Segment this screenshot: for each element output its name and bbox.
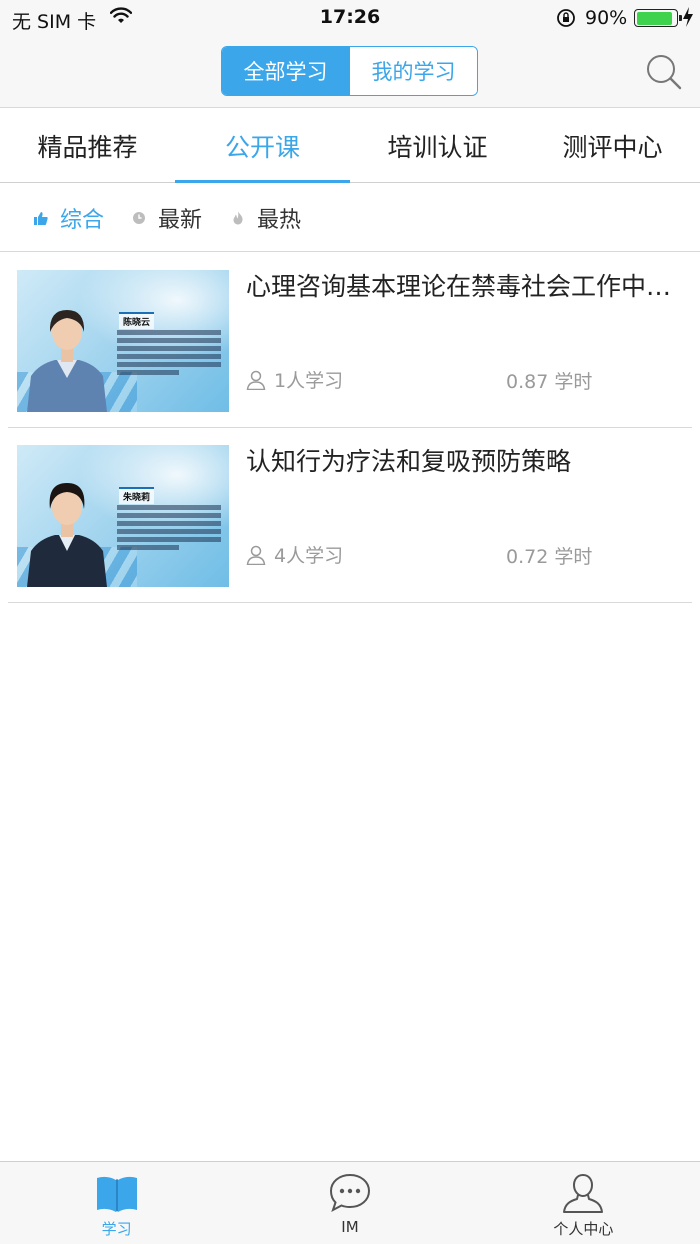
charging-bolt-icon [683, 7, 693, 27]
sort-hottest-label: 最热 [257, 208, 302, 233]
instructor-photo [27, 310, 107, 412]
tab-im[interactable]: IM [233, 1162, 466, 1244]
instructor-bio-text [117, 505, 221, 550]
sort-bar: 综合 最新 最热 [0, 184, 700, 252]
person-icon [563, 1173, 604, 1213]
learner-count: 4人学习 [246, 541, 343, 568]
tab-training-certification[interactable]: 培训认证 [350, 109, 525, 182]
course-thumbnail: 陈晓云 [17, 270, 229, 412]
learner-count-text: 4人学习 [274, 545, 344, 567]
sort-comprehensive-label: 综合 [60, 208, 105, 233]
sort-hottest[interactable]: 最热 [231, 202, 301, 234]
segment-all-learning[interactable]: 全部学习 [222, 47, 349, 95]
instructor-name-caption: 朱晓莉 [119, 487, 155, 504]
course-hours: 0.87 学时 [506, 367, 592, 394]
person-outline-icon [246, 370, 266, 390]
person-outline-icon [246, 545, 266, 565]
learner-count: 1人学习 [246, 366, 343, 393]
chat-bubble-icon [329, 1173, 370, 1213]
tab-featured[interactable]: 精品推荐 [0, 109, 175, 182]
tab-study-label: 学习 [101, 1220, 132, 1238]
search-icon[interactable] [644, 52, 684, 92]
sort-newest-label: 最新 [158, 208, 203, 233]
course-hours-value: 0.72 [506, 546, 549, 568]
course-list-item[interactable]: 朱晓莉 认知行为疗法和复吸预防策略 4人学习 0.72 学时 [8, 428, 692, 603]
course-hours-unit: 学时 [554, 546, 593, 568]
course-list-item[interactable]: 陈晓云 心理咨询基本理论在禁毒社会工作中的应用 1人学习 0.87 学时 [8, 253, 692, 428]
tab-study[interactable]: 学习 [0, 1162, 233, 1244]
bottom-tab-bar: 学习 IM 个人中心 [0, 1161, 700, 1244]
rotation-lock-icon [557, 9, 575, 27]
course-thumbnail: 朱晓莉 [17, 445, 229, 587]
clock-icon [133, 212, 145, 224]
instructor-photo [27, 483, 107, 587]
battery-percent: 90% [585, 7, 628, 29]
instructor-name-caption: 陈晓云 [119, 312, 155, 329]
learner-count-text: 1人学习 [274, 370, 344, 392]
tab-personal-center[interactable]: 个人中心 [467, 1162, 700, 1244]
tab-im-label: IM [341, 1218, 359, 1236]
course-hours-unit: 学时 [554, 371, 593, 393]
tab-personal-center-label: 个人中心 [553, 1220, 614, 1238]
course-hours: 0.72 学时 [506, 542, 592, 569]
flame-icon [233, 211, 243, 225]
sort-comprehensive[interactable]: 综合 [34, 202, 104, 234]
segment-my-learning[interactable]: 我的学习 [349, 47, 477, 95]
instructor-bio-text [117, 330, 221, 375]
course-title: 认知行为疗法和复吸预防策略 [246, 447, 572, 476]
navigation-bar: 无 SIM 卡 17:26 90% 全部学习 我的学习 [0, 0, 700, 108]
book-icon [96, 1176, 137, 1212]
battery-icon [634, 9, 682, 27]
course-title: 心理咨询基本理论在禁毒社会工作中的应用 [246, 272, 686, 301]
status-bar: 无 SIM 卡 17:26 90% [0, 0, 700, 36]
category-tabs: 精品推荐 公开课 培训认证 测评中心 [0, 109, 700, 183]
thumbs-up-icon [34, 212, 48, 225]
tab-open-courses[interactable]: 公开课 [175, 109, 350, 183]
learning-scope-toggle: 全部学习 我的学习 [221, 46, 478, 96]
tab-assessment-center[interactable]: 测评中心 [525, 109, 700, 182]
sort-newest[interactable]: 最新 [132, 202, 202, 234]
course-hours-value: 0.87 [506, 371, 549, 393]
